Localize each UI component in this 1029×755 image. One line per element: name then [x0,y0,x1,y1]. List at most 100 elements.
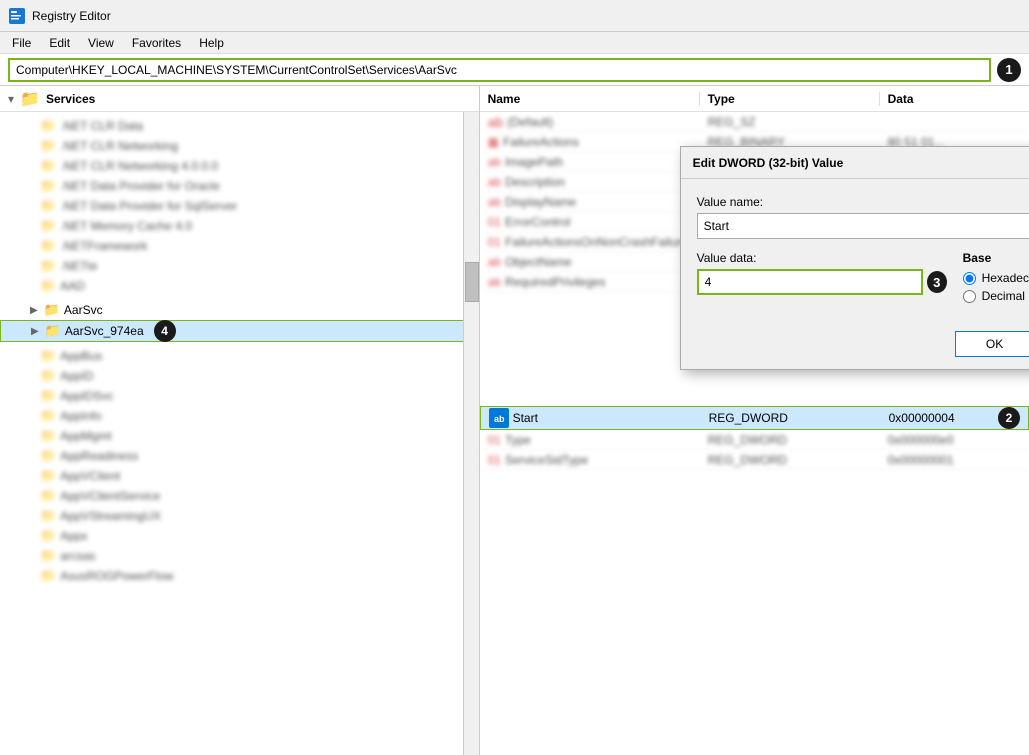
tree-item-label: .NET CLR Networking [60,139,178,153]
list-item[interactable]: 📁 AppReadiness [0,446,479,466]
cell-type: REG_DWORD [700,433,880,447]
radio-hex-input[interactable] [963,272,976,285]
reg-dword-icon: 01 [488,453,501,467]
address-input[interactable] [8,58,991,82]
table-row[interactable]: 01 ServiceSidType REG_DWORD 0x00000001 [480,450,1029,470]
menu-favorites[interactable]: Favorites [124,34,189,52]
list-item[interactable]: 📁 .NET CLR Data [0,116,479,136]
table-row[interactable]: 01 Type REG_DWORD 0x000000e0 [480,430,1029,450]
tree-item-label: AppMgmt [60,429,111,443]
folder-icon: 📁 [40,368,56,384]
radio-decimal[interactable]: Decimal [963,289,1029,303]
list-item[interactable]: 📁 AppMgmt [0,426,479,446]
cell-type-start: REG_DWORD [701,411,881,425]
chevron-right-icon: ▶ [31,326,39,337]
title-bar: Registry Editor [0,0,1029,32]
tree-chevron-icon: ▾ [8,92,14,106]
folder-icon: 📁 [44,302,60,318]
cell-data: 0x00000001 [880,453,1029,467]
tree-item-label: AppInfo [60,409,101,423]
cell-name-start: ab Start [481,408,701,428]
tree-scrollbar[interactable] [463,112,479,755]
cell-data: 0x000000e0 [880,433,1029,447]
list-item[interactable]: 📁 .NET Data Provider for SqlServer [0,196,479,216]
list-item[interactable]: 📁 AppID [0,366,479,386]
dialog-right: Base Hexadecimal Decimal [963,251,1029,307]
menu-edit[interactable]: Edit [41,34,78,52]
list-item[interactable]: 📁 AsusROGPowerFlow [0,566,479,586]
list-item[interactable]: 📁 AppBus [0,346,479,366]
badge-3: 3 [927,271,947,293]
folder-icon: 📁 [40,428,56,444]
list-item[interactable]: 📁 .NET Data Provider for Oracle [0,176,479,196]
cell-name: ab DisplayName [480,195,700,209]
ok-button[interactable]: OK [955,331,1029,357]
menu-view[interactable]: View [80,34,122,52]
list-item[interactable]: 📁 .NET CLR Networking 4.0.0.0 [0,156,479,176]
reg-dword-icon: 01 [488,215,501,229]
main-content: ▾ 📁 Services 📁 .NET CLR Data 📁 .NET CLR … [0,86,1029,755]
reg-dword-icon: 01 [488,433,501,447]
menu-help[interactable]: Help [191,34,232,52]
table-row-start[interactable]: ab Start REG_DWORD 0x00000004 2 [480,406,1029,430]
chevron-right-icon: ▶ [30,305,38,316]
list-item[interactable]: 📁 AppIDSvc [0,386,479,406]
value-name-input[interactable] [697,213,1029,239]
folder-icon: 📁 [40,258,56,274]
tree-item-label: .NET Data Provider for Oracle [60,179,220,193]
list-item[interactable]: 📁 AppInfo [0,406,479,426]
reg-binary-icon: ▦ [488,135,499,149]
menu-file[interactable]: File [4,34,39,52]
list-item[interactable]: 📁 AppVStreamingUX [0,506,479,526]
tree-item-label: .NET CLR Data [60,119,143,133]
col-name-header: Name [480,92,700,106]
address-badge-1: 1 [997,58,1021,82]
tree-item-label: AppVClientService [60,489,160,503]
badge-2: 2 [998,407,1020,429]
reg-multi-icon: ab [488,275,501,289]
folder-icon: 📁 [40,158,56,174]
table-row[interactable]: ab (Default) REG_SZ [480,112,1029,132]
list-item[interactable]: 📁 Appx [0,526,479,546]
list-item[interactable]: 📁 AppVClientService [0,486,479,506]
tree-items-blurred-2: 📁 AppBus 📁 AppID 📁 AppIDSvc 📁 AppInfo 📁 … [0,342,479,590]
scrollbar-thumb[interactable] [465,262,479,302]
tree-item-label: .NETFramework [60,239,147,253]
tree-item-label: AsusROGPowerFlow [60,569,173,583]
folder-icon: 📁 [40,468,56,484]
list-item[interactable]: 📁 .NETFramework [0,236,479,256]
svg-text:ab: ab [494,414,505,424]
folder-icon: 📁 [40,508,56,524]
list-item[interactable]: 📁 AAD [0,276,479,296]
base-legend: Base [963,251,992,265]
list-item[interactable]: 📁 .NET Memory Cache 4.0 [0,216,479,236]
tree-item-label: AarSvc_974ea [65,324,144,338]
reg-dword-icon: 01 [488,235,501,249]
cell-name: 01 ServiceSidType [480,453,700,467]
list-item[interactable]: 📁 .NET CLR Networking [0,136,479,156]
folder-icon: 📁 [40,388,56,404]
cell-name: 01 ErrorControl [480,215,700,229]
folder-icon: 📁 [40,178,56,194]
value-data-input[interactable] [697,269,923,295]
list-item[interactable]: 📁 .NETte [0,256,479,276]
radio-hexadecimal[interactable]: Hexadecimal [963,271,1029,285]
folder-icon: 📁 [40,118,56,134]
tree-items-blurred: 📁 .NET CLR Data 📁 .NET CLR Networking 📁 … [0,112,479,300]
reg-sz-icon: ab [488,114,504,130]
tree-item-label: AAD [60,279,85,293]
dialog-body: Value name: Value data: 3 Base [681,179,1029,323]
reg-sz-icon: ab [488,255,501,269]
folder-icon: 📁 [40,348,56,364]
col-data-header: Data [880,92,1029,106]
radio-decimal-input[interactable] [963,290,976,303]
list-item[interactable]: 📁 arcsas [0,546,479,566]
tree-item-label: Appx [60,529,87,543]
list-item[interactable]: 📁 AppVClient [0,466,479,486]
tree-item-label: arcsas [60,549,95,563]
tree-item-aarsvc974[interactable]: ▶ 📁 AarSvc_974ea 4 [0,320,479,342]
tree-item-aarsvc[interactable]: ▶ 📁 AarSvc [0,300,479,320]
folder-icon: 📁 [40,488,56,504]
cell-name: ab ImagePath [480,155,700,169]
radio-decimal-label: Decimal [982,289,1025,303]
